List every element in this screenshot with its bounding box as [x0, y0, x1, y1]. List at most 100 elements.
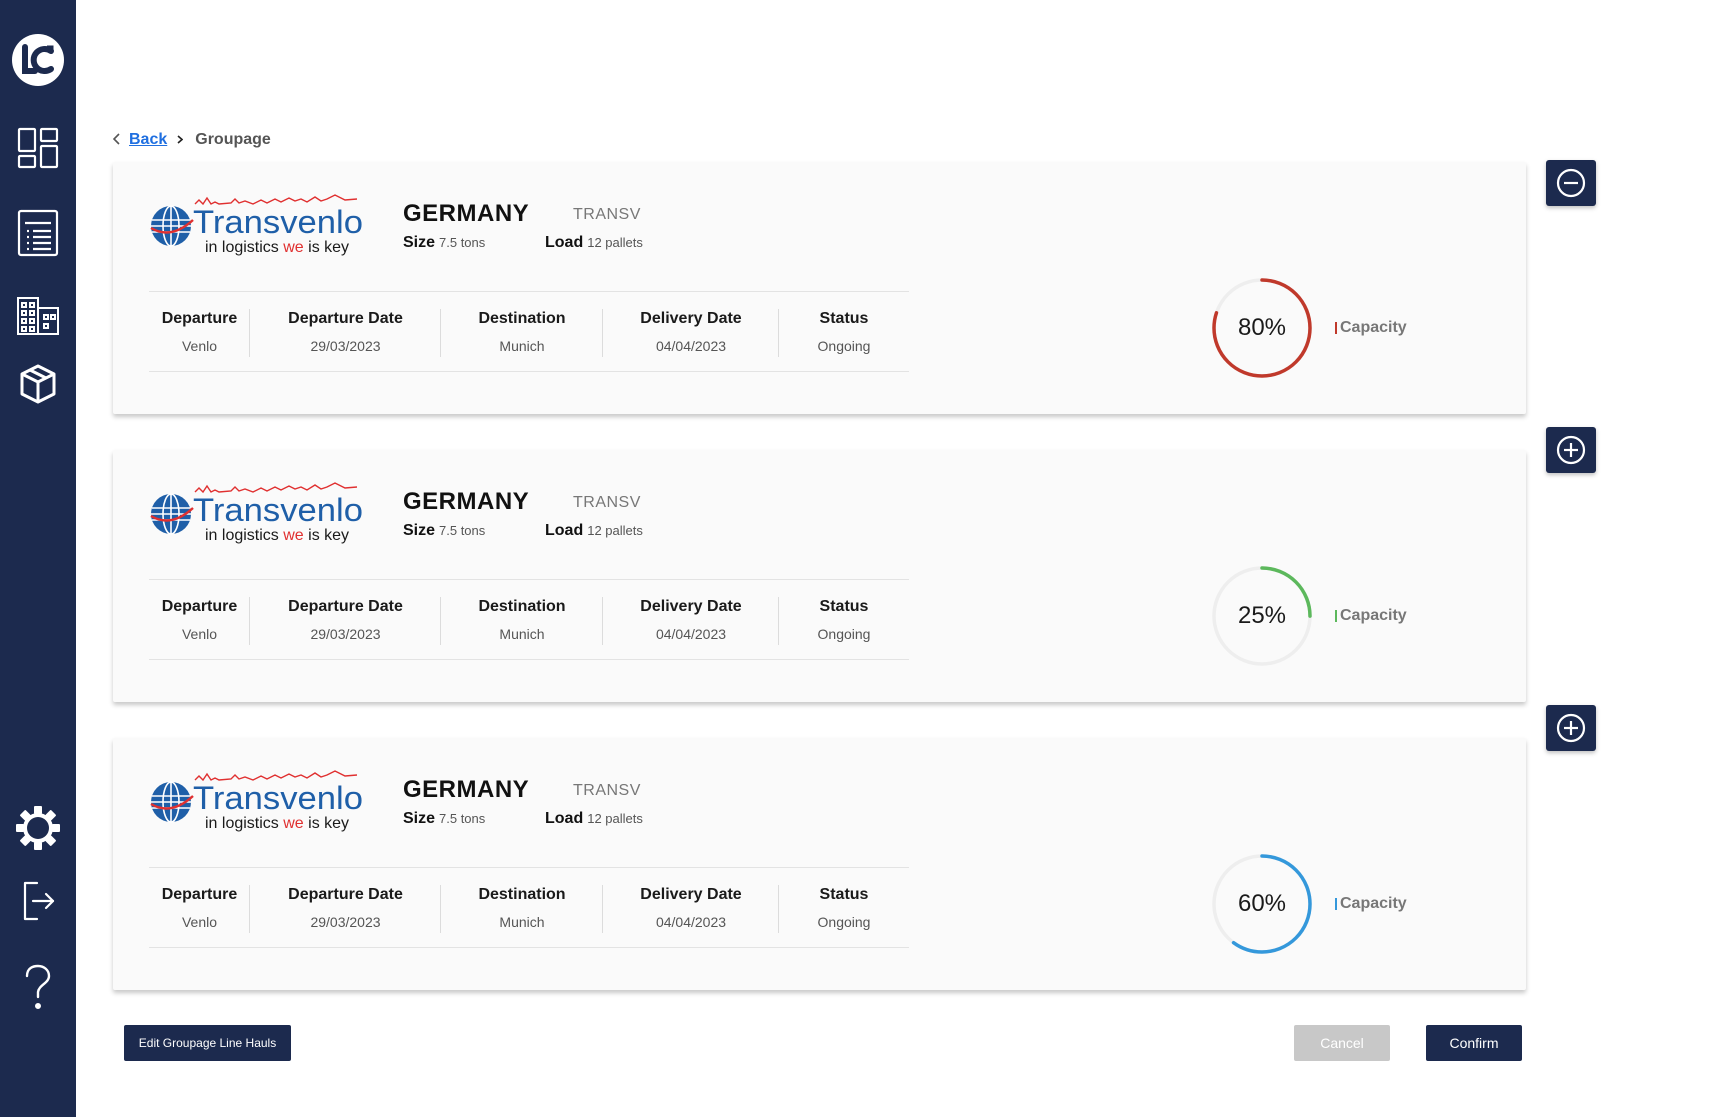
capacity-color-marker — [1335, 898, 1337, 910]
info-column-departure: Departure Venlo — [149, 868, 250, 947]
sidebar-item-buildings[interactable] — [0, 294, 76, 338]
info-column-status: Status Ongoing — [779, 580, 909, 659]
capacity-color-marker — [1335, 322, 1337, 334]
info-label: Departure Date — [288, 885, 403, 903]
info-column-departure: Departure Venlo — [149, 580, 250, 659]
info-column-delivery-date: Delivery Date 04/04/2023 — [603, 580, 779, 659]
logo-title: Transvenlo — [193, 204, 363, 240]
help-icon — [25, 964, 51, 1010]
info-column-delivery-date: Delivery Date 04/04/2023 — [603, 292, 779, 371]
info-label: Status — [819, 597, 869, 615]
info-label: Status — [819, 309, 869, 327]
edit-groupage-line-hauls-button[interactable]: Edit Groupage Line Hauls — [124, 1025, 291, 1061]
size-info: Size 7.5 tons — [403, 522, 486, 539]
groupage-card-2: Transvenlo in logistics we is key GERMAN… — [113, 450, 1526, 702]
app-logo[interactable] — [0, 30, 76, 90]
info-value: Ongoing — [817, 625, 871, 642]
carrier-code: TRANSV — [573, 494, 641, 511]
transvenlo-logo: Transvenlo in logistics we is key — [150, 770, 363, 832]
load-info: Load 12 pallets — [545, 234, 643, 251]
info-label: Delivery Date — [640, 597, 742, 615]
capacity-label: Capacity — [1335, 319, 1407, 337]
info-label: Delivery Date — [640, 309, 742, 327]
size-info: Size 7.5 tons — [403, 234, 486, 251]
load-info: Load 12 pallets — [545, 810, 643, 827]
shipment-info-table: Departure Venlo Departure Date 29/03/2023 De… — [149, 291, 909, 372]
shipment-info-table: Departure Venlo Departure Date 29/03/2023 De… — [149, 867, 909, 948]
chevron-left-icon — [112, 132, 121, 148]
groupage-card-3: Transvenlo in logistics we is key GERMAN… — [113, 738, 1526, 990]
info-value: 29/03/2023 — [310, 913, 381, 930]
info-label: Departure — [161, 309, 238, 327]
info-value: 04/04/2023 — [655, 625, 727, 642]
logo-title: Transvenlo — [193, 492, 363, 528]
sidebar — [0, 0, 76, 1117]
logo-title: Transvenlo — [193, 780, 363, 816]
info-column-departure-date: Departure Date 29/03/2023 — [250, 580, 441, 659]
sidebar-item-settings[interactable] — [0, 804, 76, 852]
info-label: Destination — [478, 309, 566, 327]
dashboard-icon — [17, 127, 59, 169]
country-name: GERMANY — [403, 776, 530, 803]
country-name: GERMANY — [403, 488, 530, 515]
sidebar-item-dashboard[interactable] — [0, 126, 76, 170]
info-value: Venlo — [181, 913, 218, 930]
country-name: GERMANY — [403, 200, 530, 227]
logout-icon — [23, 881, 55, 921]
info-column-departure-date: Departure Date 29/03/2023 — [250, 292, 441, 371]
sidebar-item-logout[interactable] — [0, 878, 76, 924]
collapse-card-button-1[interactable] — [1546, 160, 1596, 206]
list-icon — [17, 209, 59, 257]
info-value: Ongoing — [817, 913, 871, 930]
info-column-status: Status Ongoing — [779, 292, 909, 371]
capacity-label: Capacity — [1335, 607, 1407, 625]
logo-slogan: in logistics we is key — [205, 527, 349, 544]
back-link[interactable]: Back — [129, 131, 167, 149]
info-value: 04/04/2023 — [655, 913, 727, 930]
transvenlo-logo: Transvenlo in logistics we is key — [150, 194, 363, 256]
sidebar-item-help[interactable] — [0, 962, 76, 1012]
building-icon — [17, 297, 59, 335]
logo-slogan: in logistics we is key — [205, 239, 349, 256]
info-value: Venlo — [181, 337, 218, 354]
info-label: Departure Date — [288, 309, 403, 327]
info-column-status: Status Ongoing — [779, 868, 909, 947]
info-label: Departure — [161, 885, 238, 903]
info-value: 04/04/2023 — [655, 337, 727, 354]
size-info: Size 7.5 tons — [403, 810, 486, 827]
info-label: Departure — [161, 597, 238, 615]
minus-circle-icon — [1556, 168, 1586, 198]
info-value: Munich — [499, 913, 545, 930]
carrier-code: TRANSV — [573, 782, 641, 799]
info-value: 29/03/2023 — [310, 625, 381, 642]
logo-slogan: in logistics we is key — [205, 815, 349, 832]
capacity-percentage: 80% — [1237, 314, 1287, 341]
info-label: Destination — [478, 885, 566, 903]
info-column-destination: Destination Munich — [441, 868, 603, 947]
package-icon — [20, 364, 56, 404]
carrier-code: TRANSV — [573, 206, 641, 223]
shipment-info-table: Departure Venlo Departure Date 29/03/2023 De… — [149, 579, 909, 660]
capacity-percentage: 25% — [1237, 602, 1287, 629]
sidebar-item-packages[interactable] — [0, 362, 76, 406]
sidebar-item-list[interactable] — [0, 208, 76, 258]
info-label: Destination — [478, 597, 566, 615]
info-column-destination: Destination Munich — [441, 580, 603, 659]
confirm-button[interactable]: Confirm — [1426, 1025, 1522, 1061]
info-label: Status — [819, 885, 869, 903]
plus-circle-icon — [1556, 713, 1586, 743]
capacity-color-marker — [1335, 610, 1337, 622]
breadcrumb: Back Groupage — [112, 131, 271, 149]
info-value: Venlo — [181, 625, 218, 642]
info-column-destination: Destination Munich — [441, 292, 603, 371]
info-value: 29/03/2023 — [310, 337, 381, 354]
info-value: Ongoing — [817, 337, 871, 354]
expand-card-button-2[interactable] — [1546, 427, 1596, 473]
info-column-delivery-date: Delivery Date 04/04/2023 — [603, 868, 779, 947]
gear-icon — [16, 806, 60, 850]
plus-circle-icon — [1556, 435, 1586, 465]
cancel-button[interactable]: Cancel — [1294, 1025, 1390, 1061]
info-value: Munich — [499, 625, 545, 642]
expand-card-button-3[interactable] — [1546, 705, 1596, 751]
chevron-right-icon — [177, 133, 184, 147]
